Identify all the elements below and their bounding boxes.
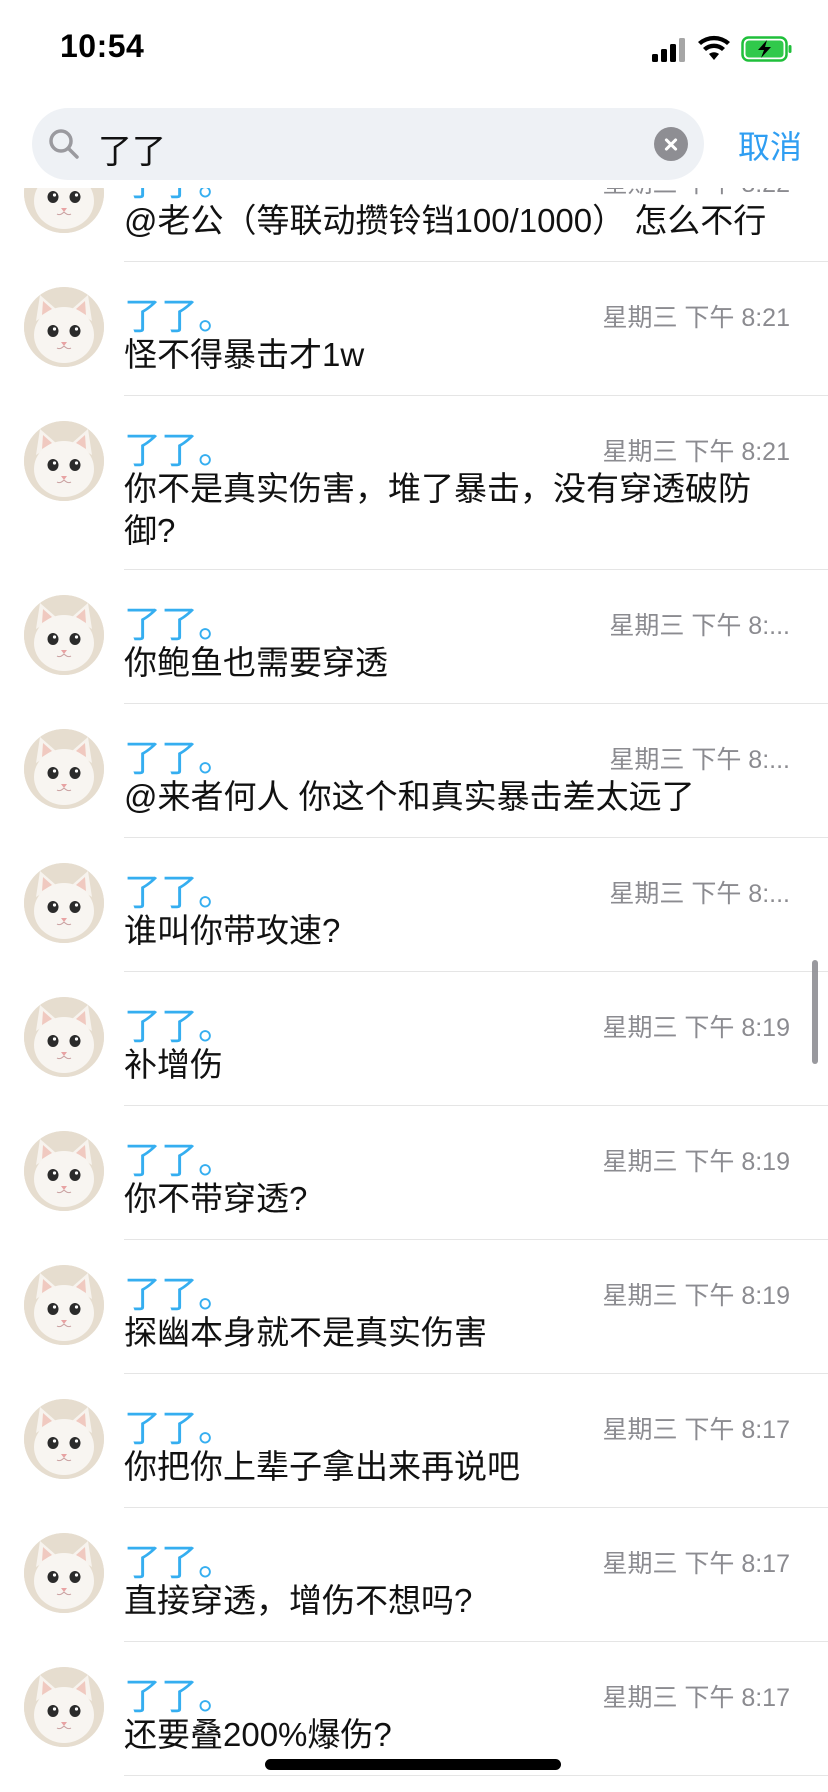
scrollbar-thumb[interactable] [812,960,818,1064]
message-result-row[interactable]: 了了。 星期三 下午 8:19 你不带穿透? [0,1106,828,1240]
message-text: 你把你上辈子拿出来再说吧 [124,1448,520,1485]
message-result-row[interactable]: 了了。 星期三 下午 8:22 @老公（等联动攒铃铛100/1000） 怎么不行 [0,188,828,262]
message-time: 星期三 下午 8:... [609,746,790,774]
clear-search-icon[interactable] [654,127,688,161]
sender-name: 了了。 [124,604,235,645]
message-result-row[interactable]: 了了。 星期三 下午 8:... 谁叫你带攻速? [0,838,828,972]
cancel-button[interactable]: 取消 [738,122,802,168]
search-results-container: 了了。 星期三 下午 8:22 @老公（等联动攒铃铛100/1000） 怎么不行… [0,188,828,1776]
avatar[interactable] [24,1533,104,1613]
battery-charging-icon [741,36,792,62]
search-results-list[interactable]: 了了。 星期三 下午 8:22 @老公（等联动攒铃铛100/1000） 怎么不行… [0,188,828,1792]
message-result-row[interactable]: 了了。 星期三 下午 8:19 探幽本身就不是真实伤害 [0,1240,828,1374]
message-text: 你不带穿透? [124,1180,308,1217]
message-time: 星期三 下午 8:... [609,880,790,908]
status-bar: 10:54 [0,0,828,100]
message-text: 你不是真实伤害，堆了暴击，没有穿透破防御? [124,470,751,549]
sender-name: 了了。 [124,1676,235,1717]
message-time: 星期三 下午 8:21 [602,304,790,332]
avatar[interactable] [24,421,104,501]
message-time: 星期三 下午 8:17 [602,1416,790,1444]
sender-name: 了了。 [124,1274,235,1315]
message-result-row[interactable]: 了了。 星期三 下午 8:21 你不是真实伤害，堆了暴击，没有穿透破防御? [0,396,828,570]
avatar[interactable] [24,287,104,367]
message-time: 星期三 下午 8:... [609,612,790,640]
home-indicator[interactable] [265,1759,561,1770]
message-text: 直接穿透，增伤不想吗? [124,1582,473,1619]
message-result-row[interactable]: 了了。 星期三 下午 8:19 补增伤 [0,972,828,1106]
message-time: 星期三 下午 8:17 [602,1684,790,1712]
search-input[interactable]: 了了 [32,108,704,180]
avatar[interactable] [24,1131,104,1211]
search-icon [49,129,79,159]
avatar[interactable] [24,595,104,675]
message-time: 星期三 下午 8:19 [602,1014,790,1042]
sender-name: 了了。 [124,430,235,471]
message-text: 还要叠200%爆伤? [124,1716,392,1753]
message-text: 怪不得暴击才1w [124,336,365,373]
message-result-row[interactable]: 了了。 星期三 下午 8:17 还要叠200%爆伤? [0,1642,828,1776]
message-time: 星期三 下午 8:17 [602,1550,790,1578]
message-text: 探幽本身就不是真实伤害 [124,1314,487,1351]
avatar[interactable] [24,1265,104,1345]
sender-name: 了了。 [124,1542,235,1583]
wifi-icon [698,35,730,60]
avatar[interactable] [24,997,104,1077]
message-text: 你鲍鱼也需要穿透 [124,644,388,681]
search-bar: 了了 取消 [0,100,828,188]
avatar[interactable] [24,188,104,233]
message-time: 星期三 下午 8:19 [602,1148,790,1176]
sender-name: 了了。 [124,1140,235,1181]
avatar[interactable] [24,1399,104,1479]
message-text: @来者何人 你这个和真实暴击差太远了 [124,778,695,815]
status-time: 10:54 [60,28,145,64]
sender-name: 了了。 [124,1408,235,1449]
avatar[interactable] [24,1667,104,1747]
message-result-row[interactable]: 了了。 星期三 下午 8:21 怪不得暴击才1w [0,262,828,396]
message-text: @老公（等联动攒铃铛100/1000） 怎么不行 [124,202,767,239]
message-time: 星期三 下午 8:21 [602,438,790,466]
sender-name: 了了。 [124,1006,235,1047]
sender-name: 了了。 [124,738,235,779]
row-divider [124,1775,828,1776]
message-result-row[interactable]: 了了。 星期三 下午 8:... 你鲍鱼也需要穿透 [0,570,828,704]
message-time: 星期三 下午 8:19 [602,1282,790,1310]
message-time: 星期三 下午 8:22 [602,188,790,200]
message-result-row[interactable]: 了了。 星期三 下午 8:17 你把你上辈子拿出来再说吧 [0,1374,828,1508]
avatar[interactable] [24,863,104,943]
message-text: 补增伤 [124,1046,223,1083]
sender-name: 了了。 [124,872,235,913]
search-query-text[interactable]: 了了 [98,124,166,173]
sender-name: 了了。 [124,296,235,337]
message-result-row[interactable]: 了了。 星期三 下午 8:... @来者何人 你这个和真实暴击差太远了 [0,704,828,838]
message-result-row[interactable]: 了了。 星期三 下午 8:17 直接穿透，增伤不想吗? [0,1508,828,1642]
cellular-signal-icon [652,38,688,62]
message-text: 谁叫你带攻速? [124,912,341,949]
avatar[interactable] [24,729,104,809]
